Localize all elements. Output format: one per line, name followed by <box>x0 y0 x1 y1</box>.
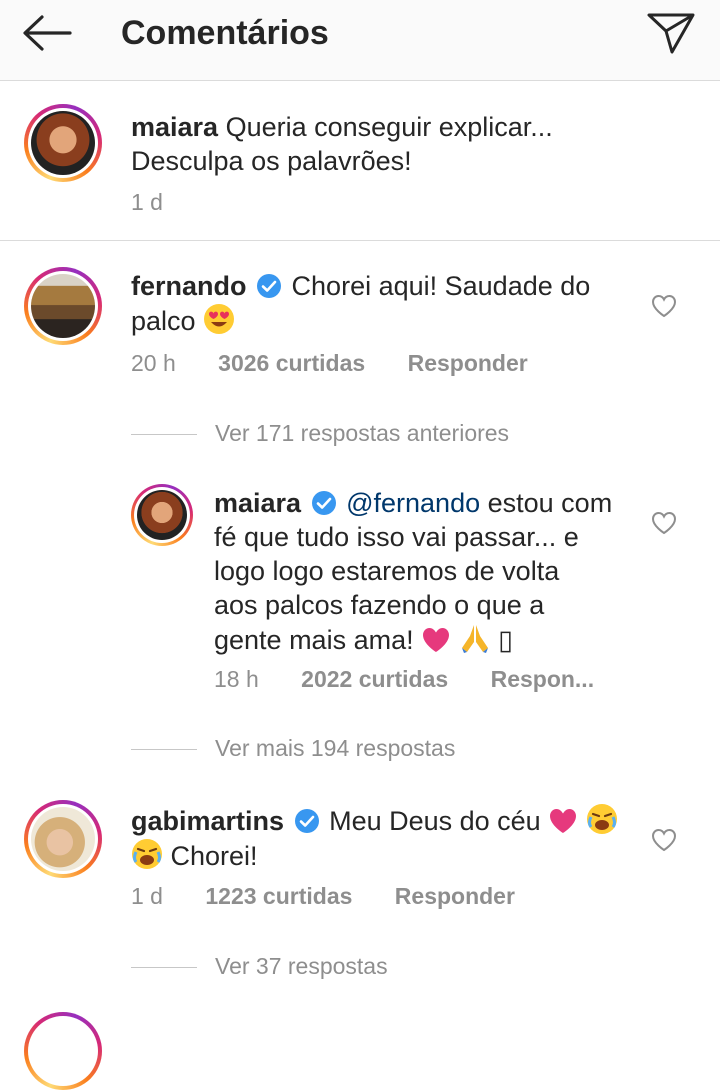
caption-text-line1: Queria conseguir explicar... <box>225 112 553 142</box>
view-previous-replies-label: Ver 171 respostas anteriores <box>215 420 510 446</box>
caption-username[interactable]: maiara <box>131 112 218 142</box>
comment-meta: 1 d 1223 curtidas Responder <box>131 883 551 910</box>
reply-text-line1: estou com <box>487 488 613 518</box>
reply-text: maiara @fernando estou com fé que tudo i… <box>214 486 634 657</box>
view-more-replies-label: Ver mais 194 respostas <box>215 735 456 761</box>
comment-text-line2: Chorei! <box>170 841 258 871</box>
comment-text: gabimartins Meu Deus do céu Chorei! <box>131 803 631 873</box>
comment-time: 1 d <box>131 883 163 909</box>
likes-count[interactable]: 2022 curtidas <box>301 666 448 692</box>
reply-text-line4: aos palcos fazendo o que a <box>214 590 545 620</box>
avatar[interactable] <box>131 484 193 546</box>
reply-button[interactable]: Responder <box>408 350 528 376</box>
comment-username[interactable]: fernando <box>131 271 247 301</box>
folded-hands-emoji-icon <box>461 625 488 653</box>
comment-meta: 20 h 3026 curtidas Responder <box>131 350 564 377</box>
caption-meta: 1 d <box>131 189 199 216</box>
reply-username[interactable]: maiara <box>214 488 301 518</box>
view-replies-label: Ver 37 respostas <box>215 953 388 979</box>
reply-text-line2: fé que tudo isso vai passar... e <box>214 522 579 552</box>
divider <box>131 434 197 436</box>
caption-text-line2: Desculpa os palavrões! <box>131 146 412 176</box>
paper-plane-icon[interactable] <box>645 10 697 56</box>
reply-time: 18 h <box>214 666 259 692</box>
heart-eyes-emoji-icon <box>204 304 235 334</box>
comment-text-line2: palco <box>131 306 196 336</box>
caption-time: 1 d <box>131 189 163 215</box>
like-heart-icon[interactable] <box>651 294 677 318</box>
verified-badge-icon <box>257 274 282 298</box>
view-previous-replies[interactable]: Ver 171 respostas anteriores <box>131 420 509 447</box>
likes-count[interactable]: 3026 curtidas <box>218 350 365 376</box>
reply-text-line5: gente mais ama! <box>214 625 414 655</box>
pink-heart-emoji-icon <box>423 628 450 652</box>
like-heart-icon[interactable] <box>651 511 677 535</box>
verified-badge-icon <box>311 491 336 515</box>
avatar[interactable] <box>24 104 102 182</box>
reply-button[interactable]: Responder <box>395 883 515 909</box>
reply-button[interactable]: Respon... <box>491 666 595 692</box>
divider <box>0 240 720 241</box>
divider <box>131 967 197 969</box>
missing-glyph: ▯ <box>498 625 514 655</box>
crying-face-emoji-icon <box>586 804 617 834</box>
page-title: Comentários <box>121 14 329 52</box>
verified-badge-icon <box>294 809 319 833</box>
comment-text-line1: Meu Deus do céu <box>329 806 541 836</box>
comment-text: fernando Chorei aqui! Saudade do palco <box>131 269 611 338</box>
pink-heart-emoji-icon <box>550 809 577 833</box>
reply-meta: 18 h 2022 curtidas Respon... <box>214 666 630 693</box>
reply-text-line3: logo logo estaremos de volta <box>214 556 560 586</box>
avatar[interactable] <box>24 1012 102 1090</box>
back-arrow-icon[interactable] <box>20 13 74 53</box>
caption-text: maiara Queria conseguir explicar... Desc… <box>131 110 553 178</box>
view-more-replies[interactable]: Ver mais 194 respostas <box>131 735 455 762</box>
like-heart-icon[interactable] <box>651 828 677 852</box>
divider <box>131 749 197 751</box>
comment-time: 20 h <box>131 350 176 376</box>
avatar[interactable] <box>24 267 102 345</box>
mention-link[interactable]: @fernando <box>346 488 480 518</box>
comment-text-line1: Chorei aqui! Saudade do <box>291 271 591 301</box>
avatar[interactable] <box>24 800 102 878</box>
view-replies[interactable]: Ver 37 respostas <box>131 953 388 980</box>
top-app-bar: Comentários <box>0 0 720 81</box>
comment-username[interactable]: gabimartins <box>131 806 284 836</box>
crying-face-emoji-icon <box>132 839 162 869</box>
likes-count[interactable]: 1223 curtidas <box>205 883 352 909</box>
